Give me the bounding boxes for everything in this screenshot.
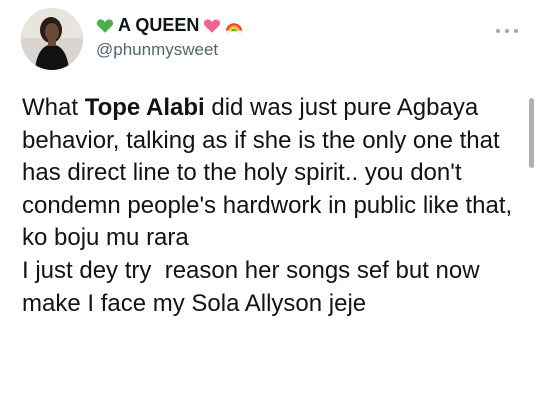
more-dot-icon — [505, 29, 509, 33]
author-handle[interactable]: @phunmysweet — [96, 40, 218, 60]
green-heart-icon — [96, 18, 114, 33]
tweet-text-prefix: What — [22, 94, 85, 121]
more-dot-icon — [514, 29, 518, 33]
tweet-bold-name: Tope Alabi — [84, 94, 205, 121]
tweet-text: What Tope Alabi did was just pure Agbaya… — [22, 92, 518, 320]
tweet-card: A QUEEN @phunmysweet What Tope Alabi did… — [0, 0, 536, 420]
more-options-button[interactable] — [496, 26, 518, 36]
display-name-text: A QUEEN — [118, 15, 200, 35]
display-name[interactable]: A QUEEN — [96, 15, 243, 36]
more-dot-icon — [496, 29, 500, 33]
scrollbar[interactable] — [529, 98, 534, 168]
avatar[interactable] — [21, 8, 83, 70]
sparkling-heart-icon — [204, 17, 221, 33]
rainbow-icon — [226, 22, 243, 33]
tweet-paragraph-1: What Tope Alabi did was just pure Agbaya… — [22, 92, 518, 255]
tweet-paragraph-2: I just dey try reason her songs sef but … — [22, 256, 487, 317]
